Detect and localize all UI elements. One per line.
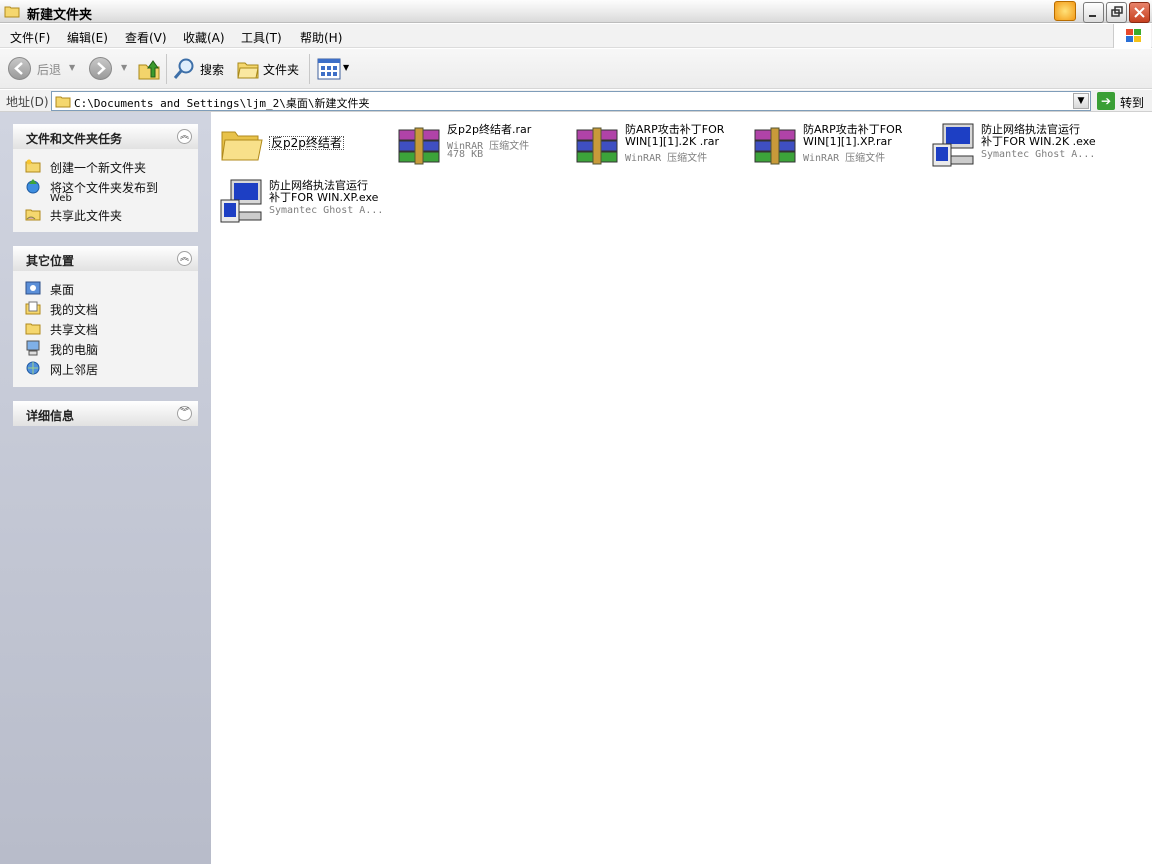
back-icon[interactable] — [8, 57, 31, 80]
task-sublabel: Web — [50, 193, 72, 204]
go-button-label[interactable]: 转到 — [1120, 94, 1144, 111]
menu-tools[interactable]: 工具(T) — [241, 29, 282, 46]
menu-favorites[interactable]: 收藏(A) — [183, 29, 225, 46]
views-dropdown-icon[interactable]: ▼ — [343, 63, 349, 72]
file-type: WinRAR 压缩文件 — [803, 153, 886, 164]
shared-documents-icon — [25, 323, 41, 335]
search-icon[interactable] — [172, 57, 196, 81]
my-computer-icon — [26, 340, 40, 356]
file-type: Symantec Ghost A... — [269, 205, 384, 216]
place-desktop[interactable]: 桌面 — [13, 279, 198, 299]
file-list-view[interactable]: 反p2p终结者 反p2p终结者.rar WinRAR 压缩文件 478 KB 防… — [211, 112, 1152, 864]
address-dropdown-icon[interactable]: ▼ — [1073, 93, 1089, 109]
back-dropdown-icon[interactable]: ▼ — [69, 63, 75, 72]
folders-button-label[interactable]: 文件夹 — [263, 61, 299, 78]
place-label: 网上邻居 — [50, 363, 99, 377]
panel-header[interactable]: 文件和文件夹任务 ︽ — [13, 124, 198, 149]
installer-icon — [932, 123, 974, 167]
up-folder-icon[interactable] — [137, 57, 161, 81]
place-label: 桌面 — [50, 283, 75, 297]
menu-view[interactable]: 查看(V) — [125, 29, 167, 46]
file-item-rar[interactable]: 防ARP攻击补丁FOR WIN[1][1].2K .rar WinRAR 压缩文… — [569, 116, 747, 172]
place-my-documents[interactable]: 我的文档 — [13, 299, 198, 319]
menu-bar: 文件(F) 编辑(E) 查看(V) 收藏(A) 工具(T) 帮助(H) — [0, 24, 1152, 48]
panel-header[interactable]: 详细信息 ︾ — [13, 401, 198, 426]
file-type: WinRAR 压缩文件 — [625, 153, 708, 164]
file-item-rar[interactable]: 反p2p终结者.rar WinRAR 压缩文件 478 KB — [391, 116, 569, 172]
menu-edit[interactable]: 编辑(E) — [67, 29, 108, 46]
panel-title: 其它位置 — [26, 254, 75, 268]
file-name-line2: WIN[1][1].2K .rar — [625, 135, 719, 148]
network-places-icon — [26, 361, 40, 375]
file-folder-tasks-panel: 文件和文件夹任务 ︽ 创建一个新文件夹 将这个文件夹发布到 Web 共享此文件夹 — [13, 124, 198, 232]
place-label: 共享文档 — [50, 323, 99, 337]
details-panel: 详细信息 ︾ — [13, 401, 198, 426]
file-item-folder[interactable]: 反p2p终结者 — [213, 116, 391, 172]
folder-icon — [4, 6, 20, 18]
task-pane: 文件和文件夹任务 ︽ 创建一个新文件夹 将这个文件夹发布到 Web 共享此文件夹… — [0, 112, 211, 864]
panel-header[interactable]: 其它位置 ︽ — [13, 246, 198, 271]
winrar-archive-icon — [576, 127, 618, 165]
back-button-label[interactable]: 后退 — [37, 61, 61, 78]
file-name-line2: 补丁FOR WIN.2K .exe — [981, 135, 1096, 148]
winrar-archive-icon — [398, 127, 440, 165]
collapse-icon[interactable]: ︽ — [177, 251, 192, 266]
desktop-icon — [25, 281, 41, 295]
panel-title: 文件和文件夹任务 — [26, 132, 123, 146]
place-my-computer[interactable]: 我的电脑 — [13, 339, 198, 359]
my-documents-icon — [25, 301, 41, 315]
installer-icon — [220, 179, 262, 223]
task-label: 创建一个新文件夹 — [50, 161, 147, 175]
media-player-icon[interactable] — [1054, 1, 1076, 21]
file-name: 反p2p终结者.rar — [447, 123, 532, 136]
new-folder-icon — [25, 159, 41, 173]
window-title: 新建文件夹 — [27, 8, 93, 23]
close-button[interactable] — [1129, 2, 1150, 23]
toolbar: 后退 ▼ ▼ 搜索 文件夹 ▼ — [0, 49, 1152, 89]
folder-icon — [221, 131, 263, 161]
place-label: 我的文档 — [50, 303, 99, 317]
forward-dropdown-icon[interactable]: ▼ — [121, 63, 127, 72]
menu-file[interactable]: 文件(F) — [10, 29, 50, 46]
title-bar: 新建文件夹 — [0, 0, 1152, 23]
restore-button[interactable] — [1106, 2, 1127, 23]
file-name-line2: WIN[1][1].XP.rar — [803, 135, 892, 148]
address-label: 地址(D) — [6, 95, 49, 109]
address-value: C:\Documents and Settings\ljm_2\桌面\新建文件夹 — [74, 97, 370, 110]
windows-logo — [1113, 24, 1151, 48]
file-item-rar[interactable]: 防ARP攻击补丁FOR WIN[1][1].XP.rar WinRAR 压缩文件 — [747, 116, 925, 172]
views-icon[interactable] — [317, 58, 341, 80]
share-folder-icon — [25, 209, 41, 221]
folder-icon — [55, 96, 71, 108]
task-publish-web[interactable]: 将这个文件夹发布到 Web — [13, 177, 198, 205]
go-arrow-icon[interactable]: ➔ — [1097, 92, 1115, 110]
publish-web-icon — [26, 179, 40, 194]
minimize-button[interactable] — [1083, 2, 1104, 23]
file-item-exe[interactable]: 防止网络执法官运行 补丁FOR WIN.XP.exe Symantec Ghos… — [213, 172, 391, 228]
other-places-panel: 其它位置 ︽ 桌面 我的文档 共享文档 我的电脑 网上邻居 — [13, 246, 198, 387]
winrar-archive-icon — [754, 127, 796, 165]
folders-icon[interactable] — [236, 57, 260, 81]
file-type: Symantec Ghost A... — [981, 149, 1096, 160]
task-label: 共享此文件夹 — [50, 209, 123, 223]
task-new-folder[interactable]: 创建一个新文件夹 — [13, 157, 198, 177]
place-network[interactable]: 网上邻居 — [13, 359, 198, 379]
address-bar: 地址(D) C:\Documents and Settings\ljm_2\桌面… — [0, 90, 1152, 112]
place-shared-documents[interactable]: 共享文档 — [13, 319, 198, 339]
address-input[interactable]: C:\Documents and Settings\ljm_2\桌面\新建文件夹… — [51, 91, 1091, 111]
toolbar-separator — [309, 54, 310, 84]
search-button-label[interactable]: 搜索 — [200, 61, 224, 78]
file-size: 478 KB — [447, 149, 484, 160]
expand-icon[interactable]: ︾ — [177, 406, 192, 421]
task-share-folder[interactable]: 共享此文件夹 — [13, 205, 198, 225]
file-item-exe[interactable]: 防止网络执法官运行 补丁FOR WIN.2K .exe Symantec Gho… — [925, 116, 1103, 172]
place-label: 我的电脑 — [50, 343, 99, 357]
forward-icon[interactable] — [89, 57, 112, 80]
file-name: 反p2p终结者 — [269, 136, 344, 150]
menu-help[interactable]: 帮助(H) — [300, 29, 342, 46]
toolbar-separator — [166, 54, 167, 84]
panel-title: 详细信息 — [26, 409, 75, 423]
collapse-icon[interactable]: ︽ — [177, 129, 192, 144]
file-name-line2: 补丁FOR WIN.XP.exe — [269, 191, 379, 204]
